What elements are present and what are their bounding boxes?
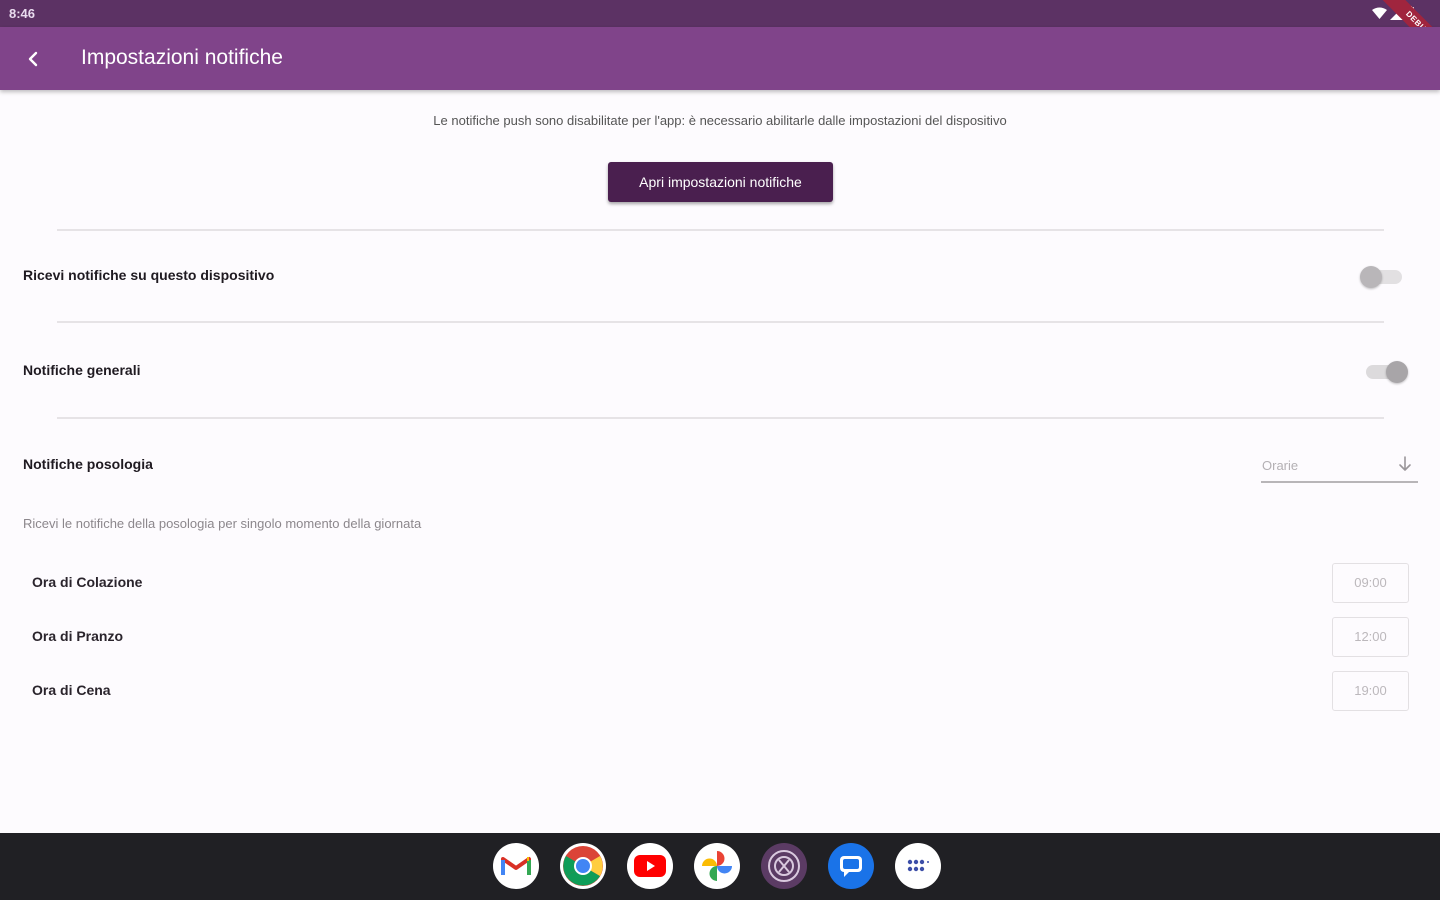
app-icon[interactable] — [761, 843, 807, 889]
toggle-thumb — [1386, 361, 1408, 383]
wifi-icon — [1372, 7, 1387, 19]
general-notifications-label: Notifiche generali — [23, 362, 141, 378]
youtube-icon[interactable] — [627, 843, 673, 889]
toggle-thumb — [1360, 266, 1382, 288]
page-title: Impostazioni notifiche — [81, 46, 283, 69]
arrow-down-icon — [1399, 456, 1411, 471]
device-notifications-label: Ricevi notifiche su questo dispositivo — [23, 267, 275, 283]
status-bar: 8:46 DEBUG — [0, 0, 1440, 73]
breakfast-time-label: Ora di Colazione — [32, 574, 143, 590]
dosage-frequency-select[interactable]: Orarie — [1261, 452, 1418, 483]
back-button[interactable] — [18, 44, 48, 74]
divider — [57, 321, 1384, 323]
select-value: Orarie — [1262, 458, 1299, 473]
chrome-icon[interactable] — [560, 843, 606, 889]
lunch-time-field[interactable]: 12:00 — [1332, 617, 1409, 657]
divider — [57, 417, 1384, 419]
back-arrow-icon — [28, 51, 38, 67]
device-notifications-toggle[interactable] — [1360, 263, 1406, 289]
navigation-bar — [0, 833, 1440, 900]
lunch-time-label: Ora di Pranzo — [32, 628, 124, 644]
app-bar: Impostazioni notifiche — [0, 27, 1440, 90]
open-notification-settings-button[interactable]: Apri impostazioni notifiche — [608, 162, 833, 202]
app-drawer-icon[interactable] — [895, 843, 941, 889]
general-notifications-toggle[interactable] — [1362, 358, 1408, 384]
status-time: 8:46 — [9, 6, 36, 21]
dinner-time-field[interactable]: 19:00 — [1332, 671, 1409, 711]
push-disabled-message: Le notifiche push sono disabilitate per … — [433, 113, 1007, 128]
messages-icon[interactable] — [828, 843, 874, 889]
dosage-description: Ricevi le notifiche della posologia per … — [23, 516, 422, 531]
breakfast-time-field[interactable]: 09:00 — [1332, 563, 1409, 603]
app-dock — [493, 843, 941, 889]
photos-icon[interactable] — [694, 843, 740, 889]
gmail-icon[interactable] — [493, 843, 539, 889]
divider — [57, 229, 1384, 231]
dinner-time-label: Ora di Cena — [32, 682, 111, 698]
dosage-notifications-label: Notifiche posologia — [23, 456, 153, 472]
